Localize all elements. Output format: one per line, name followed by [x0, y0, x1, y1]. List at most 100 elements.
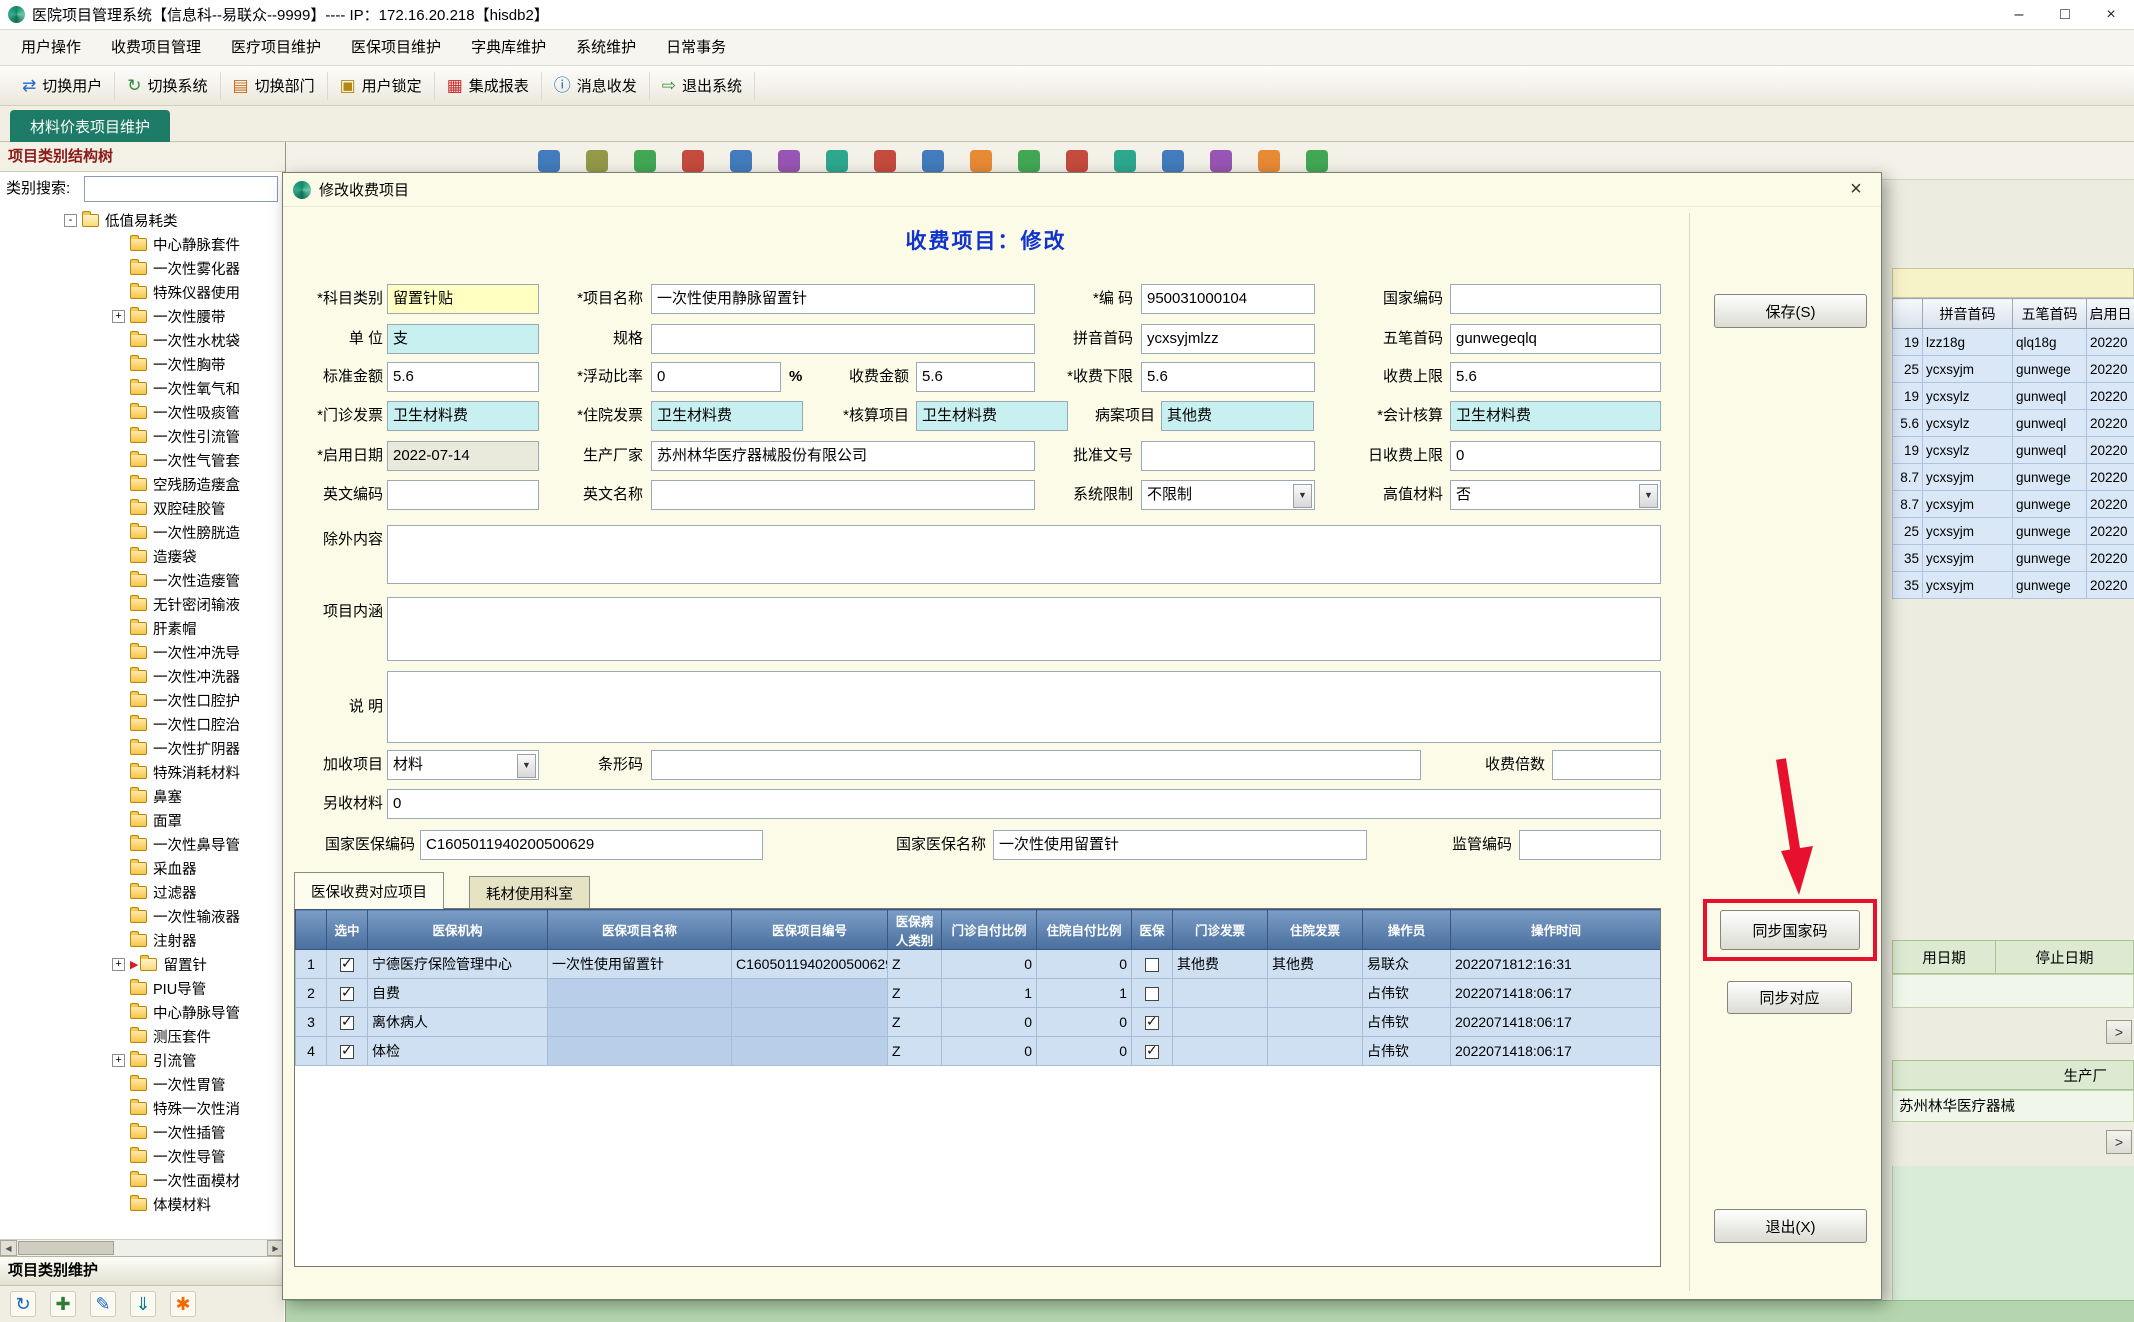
bg-col-enable-date[interactable]: 启用日	[2087, 299, 2134, 329]
toolbar-button[interactable]: ▦ 集成报表	[435, 72, 542, 100]
tree-item[interactable]: PIU导管	[0, 976, 284, 1000]
bg-table-row[interactable]: 8.7 ycxsyjm gunwege 20220	[1893, 464, 2134, 491]
supervise-code-field[interactable]	[1519, 830, 1661, 860]
menu-item[interactable]: 医疗项目维护	[216, 30, 336, 66]
tree-item[interactable]: 一次性雾化器	[0, 256, 284, 280]
tree-item[interactable]: + 一次性腰带	[0, 304, 284, 328]
tree-item[interactable]: 肝素帽	[0, 616, 284, 640]
insured-checkbox[interactable]	[1145, 987, 1159, 1001]
scroll-left-icon[interactable]: ◀	[0, 1240, 17, 1256]
child-toolbar-icon[interactable]	[586, 150, 608, 172]
bg-table-row[interactable]: 8.7 ycxsyjm gunwege 20220	[1893, 491, 2134, 518]
insurance-row[interactable]: 3 离休病人 Z 0 0 占伟钦 2022071418:06:17	[296, 1008, 1662, 1037]
tree-item[interactable]: 一次性胸带	[0, 352, 284, 376]
col-inpatient-ratio[interactable]: 住院自付比例	[1037, 910, 1132, 950]
menu-item[interactable]: 系统维护	[561, 30, 651, 66]
tree-item[interactable]: 一次性面模材	[0, 1168, 284, 1192]
col-insurance-item-name[interactable]: 医保项目名称	[548, 910, 732, 950]
wubi-field[interactable]: gunwegeqlq	[1450, 324, 1661, 354]
insured-checkbox[interactable]	[1145, 1016, 1159, 1030]
insurance-row[interactable]: 1 宁德医疗保险管理中心 一次性使用留置针 C16050119402005006…	[296, 950, 1662, 979]
surcharge-dropdown[interactable]: 材料	[387, 750, 539, 780]
save-button[interactable]: 保存(S)	[1714, 294, 1867, 328]
spec-field[interactable]	[651, 324, 1035, 354]
category-search-input[interactable]	[84, 176, 278, 202]
scrollbar-thumb[interactable]	[18, 1241, 114, 1255]
bg-scroll-right-button[interactable]: >	[2106, 1020, 2132, 1044]
menu-item[interactable]: 用户操作	[6, 30, 96, 66]
connotation-textarea[interactable]	[387, 597, 1661, 661]
child-toolbar-icon[interactable]	[1306, 150, 1328, 172]
multiple-field[interactable]	[1552, 750, 1661, 780]
tab-material-price-maintenance[interactable]: 材料价表项目维护	[10, 110, 170, 142]
exclusion-textarea[interactable]	[387, 525, 1661, 584]
tree-item[interactable]: 中心静脉套件	[0, 232, 284, 256]
tree-item[interactable]: 一次性气管套	[0, 448, 284, 472]
category-tool-icon[interactable]: ⇓	[130, 1291, 156, 1317]
bg-table-row[interactable]: 35 ycxsyjm gunwege 20220	[1893, 572, 2134, 599]
tree-item[interactable]: 一次性输液器	[0, 904, 284, 928]
child-toolbar-icon[interactable]	[922, 150, 944, 172]
col-insured[interactable]: 医保	[1132, 910, 1173, 950]
tree-item[interactable]: 一次性胃管	[0, 1072, 284, 1096]
charge-lower-field[interactable]: 5.6	[1141, 362, 1315, 392]
tree-item[interactable]: 特殊仪器使用	[0, 280, 284, 304]
tab-consumable-departments[interactable]: 耗材使用科室	[469, 876, 590, 909]
category-tool-icon[interactable]: ↻	[10, 1291, 36, 1317]
child-toolbar-icon[interactable]	[682, 150, 704, 172]
tree-item[interactable]: + 留置针	[0, 952, 284, 976]
selected-checkbox[interactable]	[340, 1045, 354, 1059]
tree-expander-icon[interactable]: +	[112, 958, 125, 971]
pinyin-field[interactable]: ycxsyjmlzz	[1141, 324, 1315, 354]
tree-item[interactable]: 一次性扩阴器	[0, 736, 284, 760]
enable-date-field[interactable]: 2022-07-14	[387, 441, 539, 471]
toolbar-button[interactable]: ↻ 切换系统	[115, 72, 220, 100]
tree-expander-icon[interactable]: +	[112, 1054, 125, 1067]
tree-item[interactable]: 无针密闭输液	[0, 592, 284, 616]
col-patient-type[interactable]: 医保病人类别	[888, 910, 942, 950]
child-toolbar-icon[interactable]	[1114, 150, 1136, 172]
child-toolbar-icon[interactable]	[826, 150, 848, 172]
child-toolbar-icon[interactable]	[874, 150, 896, 172]
insured-checkbox[interactable]	[1145, 1045, 1159, 1059]
tree-item[interactable]: 一次性鼻导管	[0, 832, 284, 856]
system-limit-dropdown[interactable]: 不限制	[1141, 480, 1315, 510]
tree-item[interactable]: 注射器	[0, 928, 284, 952]
bg-table-row[interactable]: 25 ycxsyjm gunwege 20220	[1893, 518, 2134, 545]
charge-upper-field[interactable]: 5.6	[1450, 362, 1661, 392]
tree-item[interactable]: 一次性吸痰管	[0, 400, 284, 424]
col-outpatient-ratio[interactable]: 门诊自付比例	[942, 910, 1037, 950]
tree-item[interactable]: 一次性引流管	[0, 424, 284, 448]
item-name-field[interactable]: 一次性使用静脉留置针	[651, 284, 1035, 314]
toolbar-button[interactable]: ⇄ 切换用户	[10, 72, 115, 100]
english-name-field[interactable]	[651, 480, 1035, 510]
bg-table-row[interactable]: 35 ycxsyjm gunwege 20220	[1893, 545, 2134, 572]
tree-item[interactable]: 一次性造瘘管	[0, 568, 284, 592]
selected-checkbox[interactable]	[340, 1016, 354, 1030]
tree-item[interactable]: 鼻塞	[0, 784, 284, 808]
toolbar-button[interactable]: ▣ 用户锁定	[328, 72, 435, 100]
tree-item[interactable]: + 引流管	[0, 1048, 284, 1072]
tree-item[interactable]: 过滤器	[0, 880, 284, 904]
tree-item[interactable]: 一次性口腔护	[0, 688, 284, 712]
col-selected[interactable]: 选中	[327, 910, 368, 950]
tree-item[interactable]: 空残肠造瘘盒	[0, 472, 284, 496]
col-insurance-org[interactable]: 医保机构	[368, 910, 548, 950]
tree-item[interactable]: 一次性插管	[0, 1120, 284, 1144]
menu-item[interactable]: 医保项目维护	[336, 30, 456, 66]
note-textarea[interactable]	[387, 671, 1661, 743]
outpatient-invoice-field[interactable]: 卫生材料费	[387, 401, 539, 431]
bg-table-row[interactable]: 25 ycxsyjm gunwege 20220	[1893, 356, 2134, 383]
extra-material-field[interactable]: 0	[387, 789, 1661, 819]
child-toolbar-icon[interactable]	[970, 150, 992, 172]
insurance-row[interactable]: 4 体检 Z 0 0 占伟钦 2022071418:06:17	[296, 1037, 1662, 1066]
child-toolbar-icon[interactable]	[1066, 150, 1088, 172]
english-code-field[interactable]	[387, 480, 539, 510]
bg-col-pinyin[interactable]: 拼音首码	[1923, 299, 2013, 329]
col-operation-time[interactable]: 操作时间	[1451, 910, 1662, 950]
tree-item[interactable]: 一次性导管	[0, 1144, 284, 1168]
selected-checkbox[interactable]	[340, 987, 354, 1001]
sync-mapping-button[interactable]: 同步对应	[1727, 981, 1852, 1014]
insurance-row[interactable]: 2 自费 Z 1 1 占伟钦 2022071418:06:17	[296, 979, 1662, 1008]
category-tool-icon[interactable]: ✚	[50, 1291, 76, 1317]
